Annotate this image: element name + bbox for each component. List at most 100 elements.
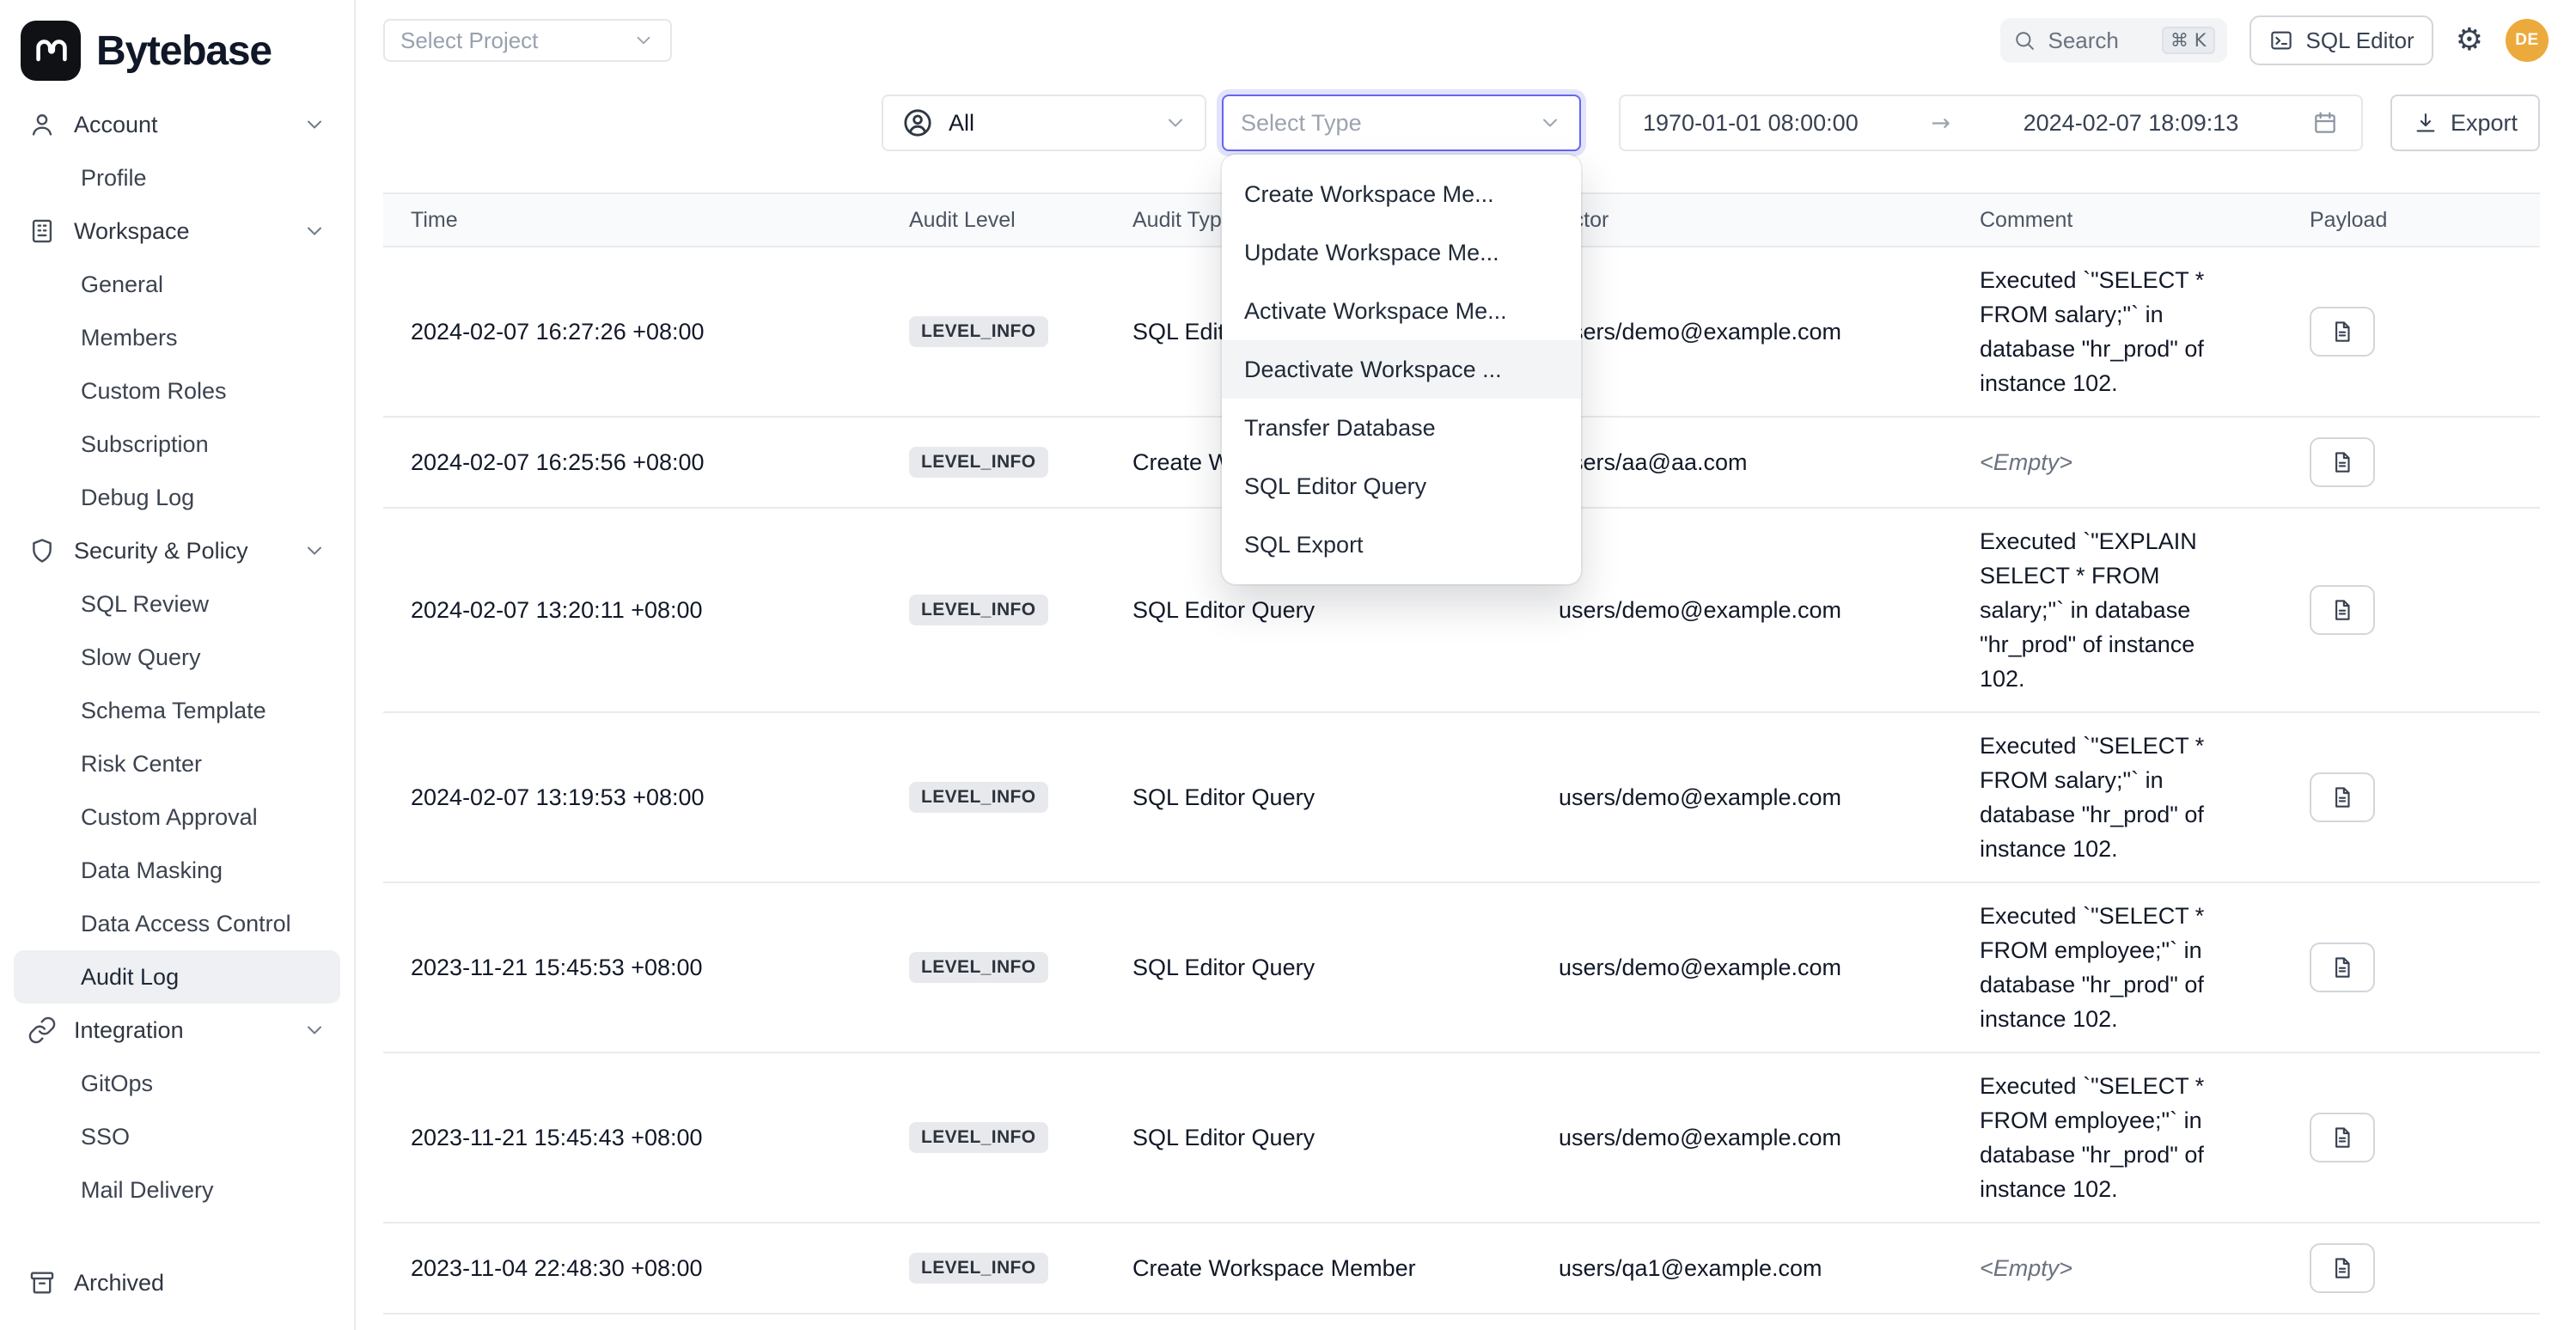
document-icon <box>2329 1255 2355 1281</box>
sidebar-item-sql-review[interactable]: SQL Review <box>14 577 340 631</box>
sidebar-item-slow-query[interactable]: Slow Query <box>14 631 340 684</box>
cell-comment: Executed `"SELECT * FROM employee;"` in … <box>1952 1053 2282 1222</box>
document-icon <box>2329 1125 2355 1150</box>
cell-actor: users/demo@example.com <box>1531 319 1952 345</box>
type-select[interactable]: Select Type <box>1222 95 1581 151</box>
cell-time: 2023-11-21 15:45:43 +08:00 <box>383 1125 882 1151</box>
cell-audit-type: Create Workspace Member <box>1105 1255 1531 1282</box>
cell-time: 2023-11-21 15:45:53 +08:00 <box>383 955 882 981</box>
sidebar-nav-bottom: Archived <box>14 1256 340 1309</box>
cell-payload <box>2282 1243 2540 1293</box>
type-option-transfer-database[interactable]: Transfer Database <box>1222 399 1581 457</box>
person-circle-icon <box>900 106 935 140</box>
sidebar-item-custom-approval[interactable]: Custom Approval <box>14 790 340 844</box>
cell-comment: Executed `"SELECT * FROM department;"` i… <box>1952 1315 2282 1330</box>
link-icon <box>27 1016 57 1045</box>
payload-button[interactable] <box>2310 307 2375 357</box>
payload-button[interactable] <box>2310 943 2375 992</box>
payload-button[interactable] <box>2310 772 2375 822</box>
sql-editor-button[interactable]: SQL Editor <box>2249 15 2433 65</box>
cell-comment: Executed `"EXPLAIN SELECT * FROM salary;… <box>1952 509 2282 711</box>
cell-audit-level: LEVEL_INFO <box>882 447 1105 478</box>
chevron-down-icon <box>302 539 327 563</box>
sidebar-item-audit-log[interactable]: Audit Log <box>14 950 340 1004</box>
download-icon <box>2413 110 2439 136</box>
sidebar-section-archived[interactable]: Archived <box>14 1256 340 1309</box>
export-button[interactable]: Export <box>2390 95 2540 151</box>
type-option-sql-editor-query[interactable]: SQL Editor Query <box>1222 457 1581 516</box>
type-option-activate-workspace-me[interactable]: Activate Workspace Me... <box>1222 282 1581 340</box>
arrow-right-icon: → <box>1931 110 1950 137</box>
section-label: Integration <box>74 1017 184 1044</box>
cell-audit-level: LEVEL_INFO <box>882 782 1105 813</box>
column-header-comment: Comment <box>1952 208 2282 233</box>
sidebar-section-account[interactable]: Account <box>14 98 340 151</box>
cell-time: 2024-02-07 16:27:26 +08:00 <box>383 319 882 345</box>
sidebar-section-security-policy[interactable]: Security & Policy <box>14 524 340 577</box>
sidebar-item-subscription[interactable]: Subscription <box>14 418 340 471</box>
chevron-down-icon <box>302 219 327 243</box>
sidebar-item-custom-roles[interactable]: Custom Roles <box>14 364 340 418</box>
document-icon <box>2329 955 2355 980</box>
cell-audit-type: SQL Editor Query <box>1105 784 1531 811</box>
type-option-update-workspace-me[interactable]: Update Workspace Me... <box>1222 223 1581 282</box>
avatar[interactable]: DE <box>2506 19 2549 62</box>
sidebar-item-mail-delivery[interactable]: Mail Delivery <box>14 1163 340 1217</box>
sidebar-section-integration[interactable]: Integration <box>14 1004 340 1057</box>
section-label: Workspace <box>74 218 190 245</box>
keyboard-shortcut-badge: ⌘ K <box>2162 27 2214 54</box>
cell-audit-level: LEVEL_INFO <box>882 1122 1105 1153</box>
cell-payload <box>2282 1113 2540 1162</box>
type-select-placeholder: Select Type <box>1241 110 1362 137</box>
cell-comment: Executed `"SELECT * FROM salary;"` in da… <box>1952 247 2282 416</box>
scope-select[interactable]: All <box>882 95 1206 151</box>
sidebar-item-schema-template[interactable]: Schema Template <box>14 684 340 737</box>
sidebar-item-gitops[interactable]: GitOps <box>14 1057 340 1110</box>
sidebar-item-data-masking[interactable]: Data Masking <box>14 844 340 897</box>
type-option-sql-export[interactable]: SQL Export <box>1222 516 1581 574</box>
sidebar-item-debug-log[interactable]: Debug Log <box>14 471 340 524</box>
section-label: Account <box>74 112 158 138</box>
sidebar-item-profile[interactable]: Profile <box>14 151 340 204</box>
payload-button[interactable] <box>2310 1113 2375 1162</box>
project-select[interactable]: Select Project <box>383 19 672 62</box>
cell-audit-level: LEVEL_INFO <box>882 952 1105 983</box>
building-icon <box>27 217 57 246</box>
search-label: Search <box>2048 27 2119 54</box>
payload-button[interactable] <box>2310 585 2375 635</box>
sidebar-item-risk-center[interactable]: Risk Center <box>14 737 340 790</box>
sidebar-section-workspace[interactable]: Workspace <box>14 204 340 258</box>
level-badge: LEVEL_INFO <box>909 952 1048 983</box>
sidebar-item-members[interactable]: Members <box>14 311 340 364</box>
topbar: Select Project Search ⌘ K SQL <box>356 0 2576 74</box>
payload-button[interactable] <box>2310 437 2375 487</box>
search-icon <box>2012 28 2036 52</box>
user-icon <box>27 110 57 139</box>
document-icon <box>2329 597 2355 623</box>
section-label: Security & Policy <box>74 538 248 564</box>
gear-icon[interactable]: ⚙ <box>2456 25 2483 56</box>
date-from: 1970-01-01 08:00:00 <box>1643 110 1859 137</box>
cell-time: 2023-11-04 22:48:30 +08:00 <box>383 1255 882 1282</box>
sidebar-item-data-access-control[interactable]: Data Access Control <box>14 897 340 950</box>
sidebar-item-sso[interactable]: SSO <box>14 1110 340 1163</box>
level-badge: LEVEL_INFO <box>909 447 1048 478</box>
column-header-audit-level: Audit Level <box>882 208 1105 233</box>
column-header-payload: Payload <box>2282 208 2540 233</box>
cell-actor: users/qa1@example.com <box>1531 1255 1952 1282</box>
cell-time: 2024-02-07 13:20:11 +08:00 <box>383 597 882 624</box>
sidebar-item-general[interactable]: General <box>14 258 340 311</box>
archive-icon <box>27 1268 57 1297</box>
date-range-picker[interactable]: 1970-01-01 08:00:00 → 2024-02-07 18:09:1… <box>1619 95 2363 151</box>
app: Bytebase AccountProfileWorkspaceGeneralM… <box>0 0 2576 1330</box>
sidebar: Bytebase AccountProfileWorkspaceGeneralM… <box>0 0 356 1330</box>
cell-actor: users/demo@example.com <box>1531 597 1952 624</box>
cell-audit-type: SQL Editor Query <box>1105 955 1531 981</box>
bytebase-logo-icon <box>21 21 81 81</box>
cell-time: 2024-02-07 13:19:53 +08:00 <box>383 784 882 811</box>
type-option-deactivate-workspace[interactable]: Deactivate Workspace ... <box>1222 340 1581 399</box>
search-input[interactable]: Search ⌘ K <box>2000 18 2227 63</box>
type-option-create-workspace-me[interactable]: Create Workspace Me... <box>1222 165 1581 223</box>
payload-button[interactable] <box>2310 1243 2375 1293</box>
cell-payload <box>2282 585 2540 635</box>
